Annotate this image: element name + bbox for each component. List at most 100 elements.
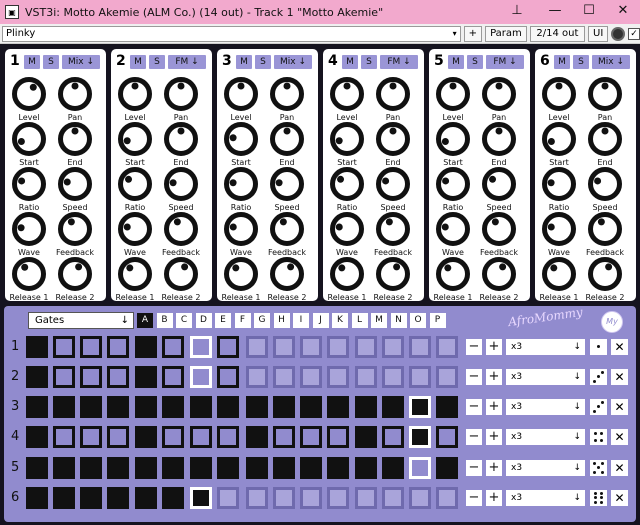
gate-step[interactable] (26, 366, 48, 388)
add-preset-button[interactable]: + (463, 25, 483, 42)
mode-dropdown[interactable]: FM ↓ (486, 55, 524, 69)
knob-release-2[interactable] (376, 257, 410, 291)
mode-dropdown[interactable]: Mix ↓ (592, 55, 630, 69)
gate-step[interactable] (409, 336, 431, 358)
gate-step[interactable] (355, 396, 377, 418)
length-minus-button[interactable]: − (466, 369, 482, 385)
pattern-tab-d[interactable]: D (195, 313, 212, 328)
maximize-button[interactable]: ☐ (572, 0, 606, 24)
gate-step[interactable] (107, 366, 129, 388)
gate-step[interactable] (162, 336, 184, 358)
knob-speed[interactable] (376, 167, 410, 201)
knob-ratio[interactable] (436, 167, 470, 201)
gate-step[interactable] (409, 487, 431, 509)
close-window-button[interactable]: ✕ (606, 0, 640, 24)
knob-release-2[interactable] (58, 257, 92, 291)
multiplier-dropdown[interactable]: x3 ↓ (506, 399, 585, 415)
knob-wave[interactable] (12, 212, 46, 246)
gate-step[interactable] (135, 487, 157, 509)
knob-end[interactable] (376, 122, 410, 156)
length-minus-button[interactable]: − (466, 399, 482, 415)
gate-step[interactable] (327, 487, 349, 509)
solo-button[interactable]: S (43, 55, 59, 69)
gate-step[interactable] (436, 336, 458, 358)
knob-end[interactable] (164, 122, 198, 156)
knob-start[interactable] (118, 122, 152, 156)
length-minus-button[interactable]: − (466, 339, 482, 355)
length-plus-button[interactable]: + (486, 490, 502, 506)
gate-step[interactable] (300, 366, 322, 388)
dice-icon[interactable] (590, 399, 607, 415)
gate-step[interactable] (273, 487, 295, 509)
length-plus-button[interactable]: + (486, 339, 502, 355)
gate-step[interactable] (436, 487, 458, 509)
gate-step[interactable] (190, 426, 212, 448)
gate-step[interactable] (135, 396, 157, 418)
knob-release-2[interactable] (270, 257, 304, 291)
gate-step[interactable] (217, 336, 239, 358)
knob-ratio[interactable] (118, 167, 152, 201)
gate-step[interactable] (80, 366, 102, 388)
gate-step[interactable] (355, 366, 377, 388)
gate-step[interactable] (53, 487, 75, 509)
gate-step[interactable] (246, 457, 268, 479)
gate-step[interactable] (382, 366, 404, 388)
multiplier-dropdown[interactable]: x3 ↓ (506, 460, 585, 476)
gate-step[interactable] (80, 426, 102, 448)
gate-step[interactable] (300, 457, 322, 479)
knob-ratio[interactable] (542, 167, 576, 201)
knob-ratio[interactable] (330, 167, 364, 201)
mute-button[interactable]: M (342, 55, 358, 69)
knob-feedback[interactable] (376, 212, 410, 246)
gate-step[interactable] (80, 396, 102, 418)
gate-step[interactable] (107, 396, 129, 418)
gate-step[interactable] (273, 396, 295, 418)
mode-dropdown[interactable]: Mix ↓ (62, 55, 100, 69)
gate-step[interactable] (327, 426, 349, 448)
knob-level[interactable] (330, 77, 364, 111)
gate-step[interactable] (409, 426, 431, 448)
gate-step[interactable] (162, 366, 184, 388)
knob-end[interactable] (270, 122, 304, 156)
length-minus-button[interactable]: − (466, 490, 482, 506)
gate-step[interactable] (246, 426, 268, 448)
solo-button[interactable]: S (149, 55, 165, 69)
knob-start[interactable] (436, 122, 470, 156)
dice-icon[interactable] (590, 460, 607, 476)
gate-step[interactable] (26, 426, 48, 448)
gate-step[interactable] (26, 457, 48, 479)
gate-step[interactable] (135, 366, 157, 388)
knob-end[interactable] (58, 122, 92, 156)
clear-row-button[interactable]: ✕ (611, 399, 628, 415)
pattern-tab-l[interactable]: L (351, 313, 368, 328)
gate-step[interactable] (382, 336, 404, 358)
knob-start[interactable] (224, 122, 258, 156)
gate-step[interactable] (327, 457, 349, 479)
knob-feedback[interactable] (58, 212, 92, 246)
knob-pan[interactable] (270, 77, 304, 111)
gate-step[interactable] (327, 396, 349, 418)
ui-button[interactable]: UI (588, 25, 609, 42)
gate-step[interactable] (107, 336, 129, 358)
knob-ratio[interactable] (12, 167, 46, 201)
length-plus-button[interactable]: + (486, 369, 502, 385)
gate-step[interactable] (80, 487, 102, 509)
multiplier-dropdown[interactable]: x3 ↓ (506, 490, 585, 506)
gate-step[interactable] (80, 336, 102, 358)
knob-start[interactable] (542, 122, 576, 156)
knob-release-1[interactable] (118, 257, 152, 291)
multiplier-dropdown[interactable]: x3 ↓ (506, 369, 585, 385)
gate-step[interactable] (246, 487, 268, 509)
knob-wave[interactable] (542, 212, 576, 246)
gate-step[interactable] (217, 426, 239, 448)
gate-step[interactable] (273, 366, 295, 388)
dice-icon[interactable] (590, 490, 607, 506)
knob-release-2[interactable] (164, 257, 198, 291)
clear-row-button[interactable]: ✕ (611, 369, 628, 385)
length-plus-button[interactable]: + (486, 399, 502, 415)
gate-step[interactable] (190, 366, 212, 388)
pattern-tab-i[interactable]: I (293, 313, 309, 328)
gate-step[interactable] (300, 487, 322, 509)
knob-start[interactable] (330, 122, 364, 156)
gate-step[interactable] (135, 336, 157, 358)
